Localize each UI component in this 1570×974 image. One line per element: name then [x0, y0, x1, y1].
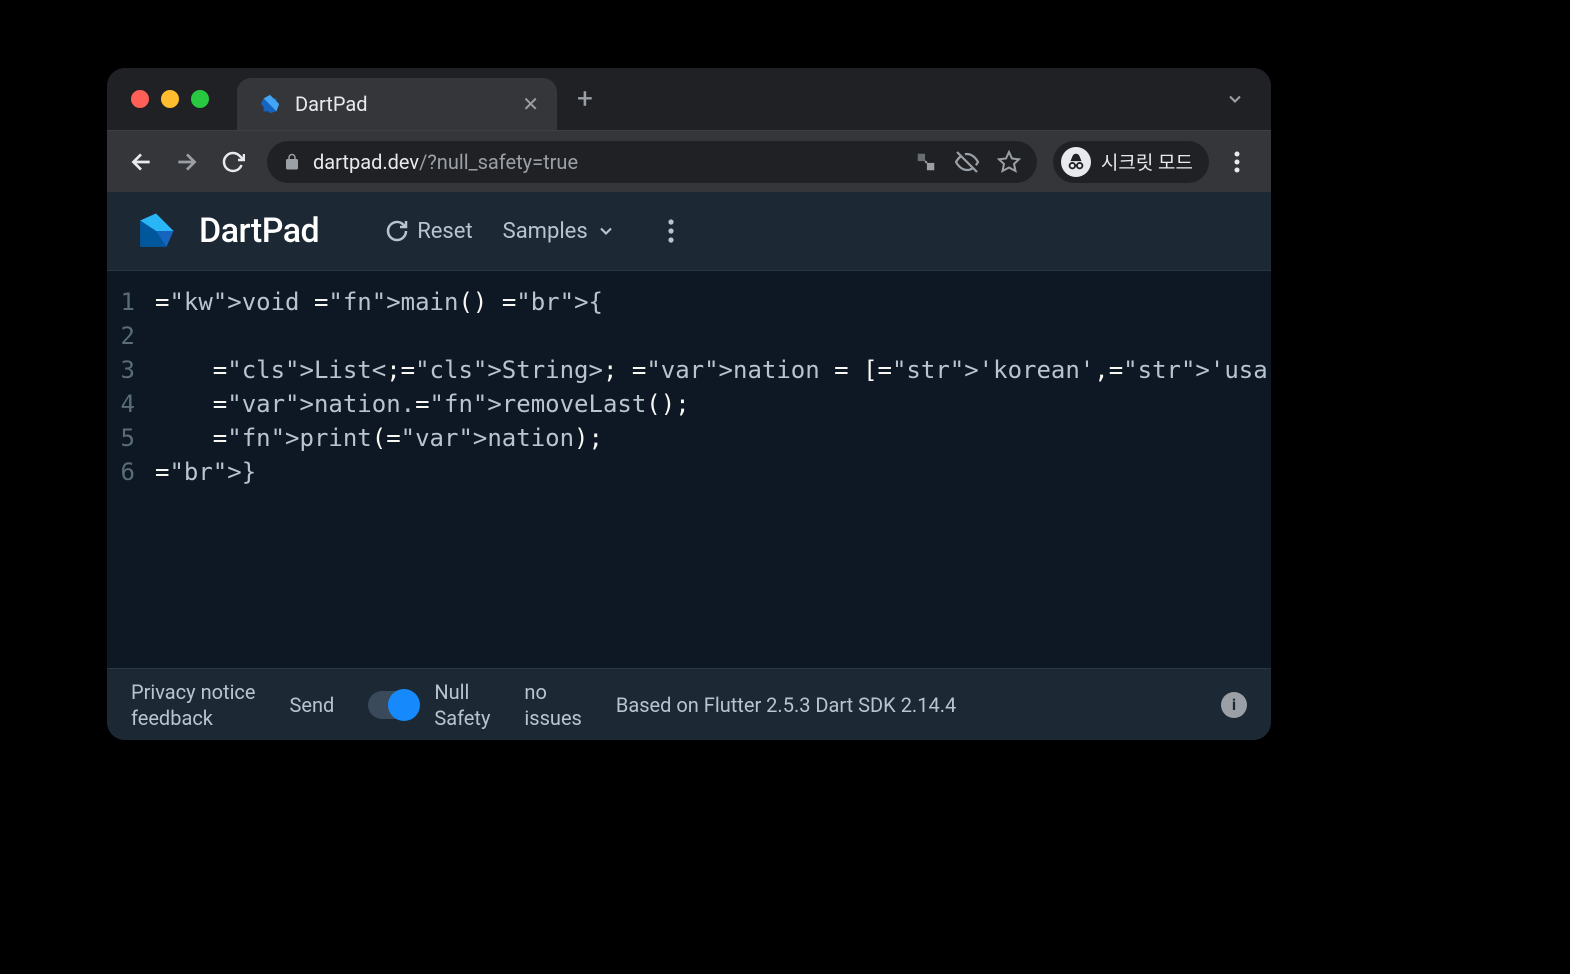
- issues-label[interactable]: no issues: [524, 679, 581, 731]
- tabs-dropdown-button[interactable]: [1225, 89, 1253, 109]
- browser-window: DartPad ✕ + dartpad.dev/?null_safety=tru…: [107, 68, 1271, 740]
- app-menu-button[interactable]: [668, 219, 674, 243]
- app-footer: Privacy notice feedback Send Null Safety…: [107, 668, 1271, 740]
- sdk-version-label: Based on Flutter 2.5.3 Dart SDK 2.14.4: [616, 692, 1187, 718]
- reset-icon: [385, 219, 409, 243]
- new-tab-button[interactable]: +: [577, 85, 593, 113]
- maximize-window-button[interactable]: [191, 90, 209, 108]
- send-feedback-link[interactable]: Send: [290, 692, 335, 718]
- reload-button[interactable]: [215, 144, 251, 180]
- samples-dropdown[interactable]: Samples: [499, 213, 620, 250]
- privacy-link[interactable]: Privacy notice feedback: [131, 679, 256, 731]
- code-content[interactable]: ="kw">void ="fn">main() ="br">{ ="cls">L…: [145, 271, 1271, 668]
- browser-tab[interactable]: DartPad ✕: [237, 78, 557, 130]
- close-tab-button[interactable]: ✕: [522, 92, 539, 116]
- lock-icon: [283, 153, 301, 171]
- chevron-down-icon: [596, 221, 616, 241]
- minimize-window-button[interactable]: [161, 90, 179, 108]
- window-controls: [131, 90, 209, 108]
- forward-button[interactable]: [169, 144, 205, 180]
- line-gutter: 1 2 3 4 5 6: [107, 271, 145, 668]
- info-icon[interactable]: i: [1221, 692, 1247, 718]
- app-toolbar: DartPad Reset Samples: [107, 192, 1271, 270]
- tab-title: DartPad: [295, 92, 508, 116]
- eye-off-icon[interactable]: [955, 150, 979, 174]
- null-safety-toggle-group: Null Safety: [368, 679, 490, 731]
- back-button[interactable]: [123, 144, 159, 180]
- null-safety-toggle[interactable]: [368, 691, 418, 719]
- star-icon[interactable]: [997, 150, 1021, 174]
- app-title: DartPad: [199, 211, 319, 251]
- app-body: 1 2 3 4 5 6 ="kw">void ="fn">main() ="br…: [107, 270, 1271, 668]
- dartpad-app: DartPad Reset Samples 1: [107, 192, 1271, 740]
- incognito-profile-button[interactable]: 시크릿 모드: [1053, 141, 1209, 183]
- incognito-icon: [1061, 147, 1091, 177]
- reset-button[interactable]: Reset: [381, 213, 476, 250]
- url-field[interactable]: dartpad.dev/?null_safety=true: [267, 141, 1037, 183]
- browser-menu-button[interactable]: [1219, 151, 1255, 173]
- translate-icon[interactable]: [915, 151, 937, 173]
- browser-addressbar: dartpad.dev/?null_safety=true 시크릿 모드: [107, 130, 1271, 192]
- browser-tabbar: DartPad ✕ +: [107, 68, 1271, 130]
- dart-favicon-icon: [259, 93, 281, 115]
- null-safety-label: Null Safety: [434, 679, 490, 731]
- dart-logo-icon: [135, 210, 177, 252]
- close-window-button[interactable]: [131, 90, 149, 108]
- code-editor[interactable]: 1 2 3 4 5 6 ="kw">void ="fn">main() ="br…: [107, 271, 1271, 668]
- url-text: dartpad.dev/?null_safety=true: [313, 150, 578, 174]
